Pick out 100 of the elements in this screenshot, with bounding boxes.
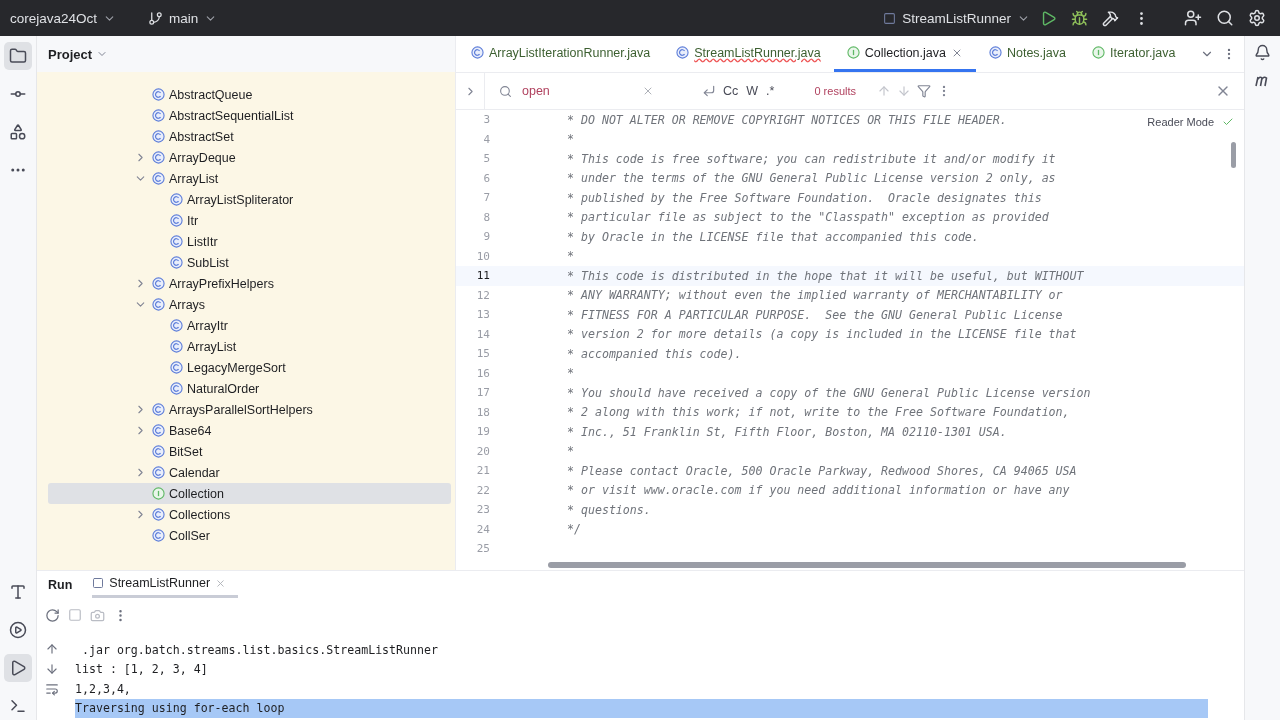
run-configuration[interactable]: StreamListRunner (902, 10, 1011, 26)
code-line: * 2 along with this work; if not, write to the Free Software Foundation, (567, 405, 1070, 420)
services-icon[interactable] (9, 621, 27, 639)
tree-item[interactable]: ArrayListSpliterator (48, 189, 451, 210)
tree-item[interactable]: Calendar (48, 462, 451, 483)
search-option[interactable]: .* (762, 82, 779, 100)
tree-item[interactable]: Collections (48, 504, 451, 525)
tree-item[interactable]: LegacyMergeSort (48, 357, 451, 378)
wrap-icon[interactable] (45, 682, 59, 696)
tree-item[interactable]: SubList (48, 252, 451, 273)
newline-icon[interactable] (702, 84, 716, 98)
class-icon (152, 88, 165, 101)
tree-item[interactable]: AbstractSequentialList (48, 105, 451, 126)
notification-icon[interactable] (1254, 44, 1271, 61)
code-line: * You should have received a copy of the GNU General Public License version (567, 385, 1091, 400)
run-tab[interactable]: StreamListRunner (92, 571, 239, 598)
hammer-icon[interactable] (1102, 9, 1119, 27)
rerun-icon[interactable] (45, 607, 60, 623)
arrow-up-icon[interactable] (45, 642, 59, 656)
interface-icon (152, 487, 165, 500)
line-number: 20 (475, 444, 490, 458)
results-count: 0 results (814, 85, 856, 97)
tree-item[interactable]: CollSer (48, 525, 451, 546)
editor-tab[interactable]: Iterator.java (1079, 36, 1189, 72)
code-line: * This code is distributed in the hope that it will be useful, but WITHOUT (567, 268, 1084, 283)
bug-icon[interactable] (1071, 9, 1088, 27)
editor-tab[interactable]: Collection.java (833, 36, 976, 72)
class-icon (152, 466, 165, 479)
panel-title[interactable]: Run (48, 577, 73, 592)
class-icon (152, 109, 165, 122)
tree-item[interactable]: AbstractQueue (48, 84, 451, 105)
editor-tab[interactable]: StreamListRunner.java (663, 36, 834, 72)
code-line: * DO NOT ALTER OR REMOVE COPYRIGHT NOTICES OR THIS FILE HEADER. (567, 112, 1007, 127)
terminal-icon[interactable] (9, 697, 27, 715)
tree-item[interactable]: AbstractSet (48, 126, 451, 147)
code-line: * questions. (567, 502, 651, 517)
tree-item[interactable]: NaturalOrder (48, 378, 451, 399)
tree-item[interactable]: ArrayList (48, 168, 451, 189)
console-line: .jar org.batch.streams.list.basics.StreamListRunner (80, 641, 439, 659)
class-icon (152, 151, 165, 164)
scrollbar[interactable] (548, 562, 1186, 568)
line-number: 17 (475, 386, 490, 400)
class-icon (170, 214, 183, 227)
settings-icon[interactable] (1248, 9, 1266, 27)
code-line: * (567, 366, 574, 381)
filter-icon[interactable] (917, 84, 931, 98)
code-line: * ANY WARRANTY; without even the implied warranty of MERCHANTABILITY or (567, 288, 1063, 303)
font-icon[interactable] (9, 583, 27, 601)
class-icon (170, 256, 183, 269)
run-icon[interactable] (9, 659, 27, 677)
tree-item[interactable]: Arrays (48, 294, 451, 315)
folder-icon[interactable] (9, 47, 27, 65)
line-number: 14 (475, 327, 490, 341)
code-line: * (567, 249, 574, 264)
panel-title[interactable]: Project (48, 46, 93, 62)
tree-item[interactable]: ArrayItr (48, 315, 451, 336)
editor-tab[interactable]: Notes.java (975, 36, 1079, 72)
class-icon (152, 172, 165, 185)
interface-icon (1092, 46, 1105, 59)
search-option[interactable]: W (742, 82, 763, 100)
code-line: * Inc., 51 Franklin St, Fifth Floor, Boston, MA 02110-1301 USA. (567, 424, 1007, 439)
tree-item[interactable]: Base64 (48, 420, 451, 441)
project-name[interactable]: corejava24Oct (10, 10, 98, 26)
scrollbar[interactable] (1231, 142, 1236, 168)
class-icon (170, 361, 183, 374)
check-icon (1222, 116, 1234, 128)
editor-tab[interactable]: ArrayListIterationRunner.java (458, 36, 664, 72)
tree-item[interactable]: ArrayPrefixHelpers (48, 273, 451, 294)
arrow-down-icon[interactable] (45, 662, 59, 676)
code-line: */ (567, 522, 581, 537)
code-line: * under the terms of the GNU General Public License version 2 only, as (567, 171, 1056, 186)
tree-item[interactable]: ListItr (48, 231, 451, 252)
structure-icon[interactable] (9, 123, 27, 141)
line-number: 21 (475, 464, 490, 478)
code-line: * particular file as subject to the "Classpath" exception as provided (567, 210, 1049, 225)
code-line: * published by the Free Software Foundation. Oracle designates this (567, 190, 1042, 205)
branch-icon[interactable] (148, 10, 164, 26)
line-number: 8 (482, 210, 490, 224)
tree-item[interactable]: ArrayList (48, 336, 451, 357)
add-user-icon[interactable] (1184, 9, 1202, 27)
branch-name[interactable]: main (169, 10, 199, 26)
line-number: 15 (475, 347, 490, 361)
search-icon[interactable] (1216, 9, 1234, 27)
line-number: 16 (475, 366, 490, 380)
tree-item[interactable]: Itr (48, 210, 451, 231)
tree-item[interactable]: ArraysParallelSortHelpers (48, 399, 451, 420)
tree-item[interactable]: Collection (48, 483, 451, 504)
class-icon (988, 46, 1002, 59)
tree-item[interactable]: ArrayDeque (48, 147, 451, 168)
run-icon[interactable] (1040, 9, 1057, 27)
class-icon (152, 508, 165, 521)
reader-mode-link[interactable]: Reader Mode (1147, 116, 1214, 128)
line-number: 7 (482, 191, 490, 205)
class-icon (170, 235, 183, 248)
code-line: * This code is free software; you can redistribute it and/or modify it (567, 151, 1056, 166)
line-number: 3 (482, 113, 490, 127)
tree-item[interactable]: BitSet (48, 441, 451, 462)
find-field[interactable]: open (520, 83, 634, 99)
line-number: 12 (475, 288, 490, 302)
search-option[interactable]: Cc (719, 82, 743, 100)
